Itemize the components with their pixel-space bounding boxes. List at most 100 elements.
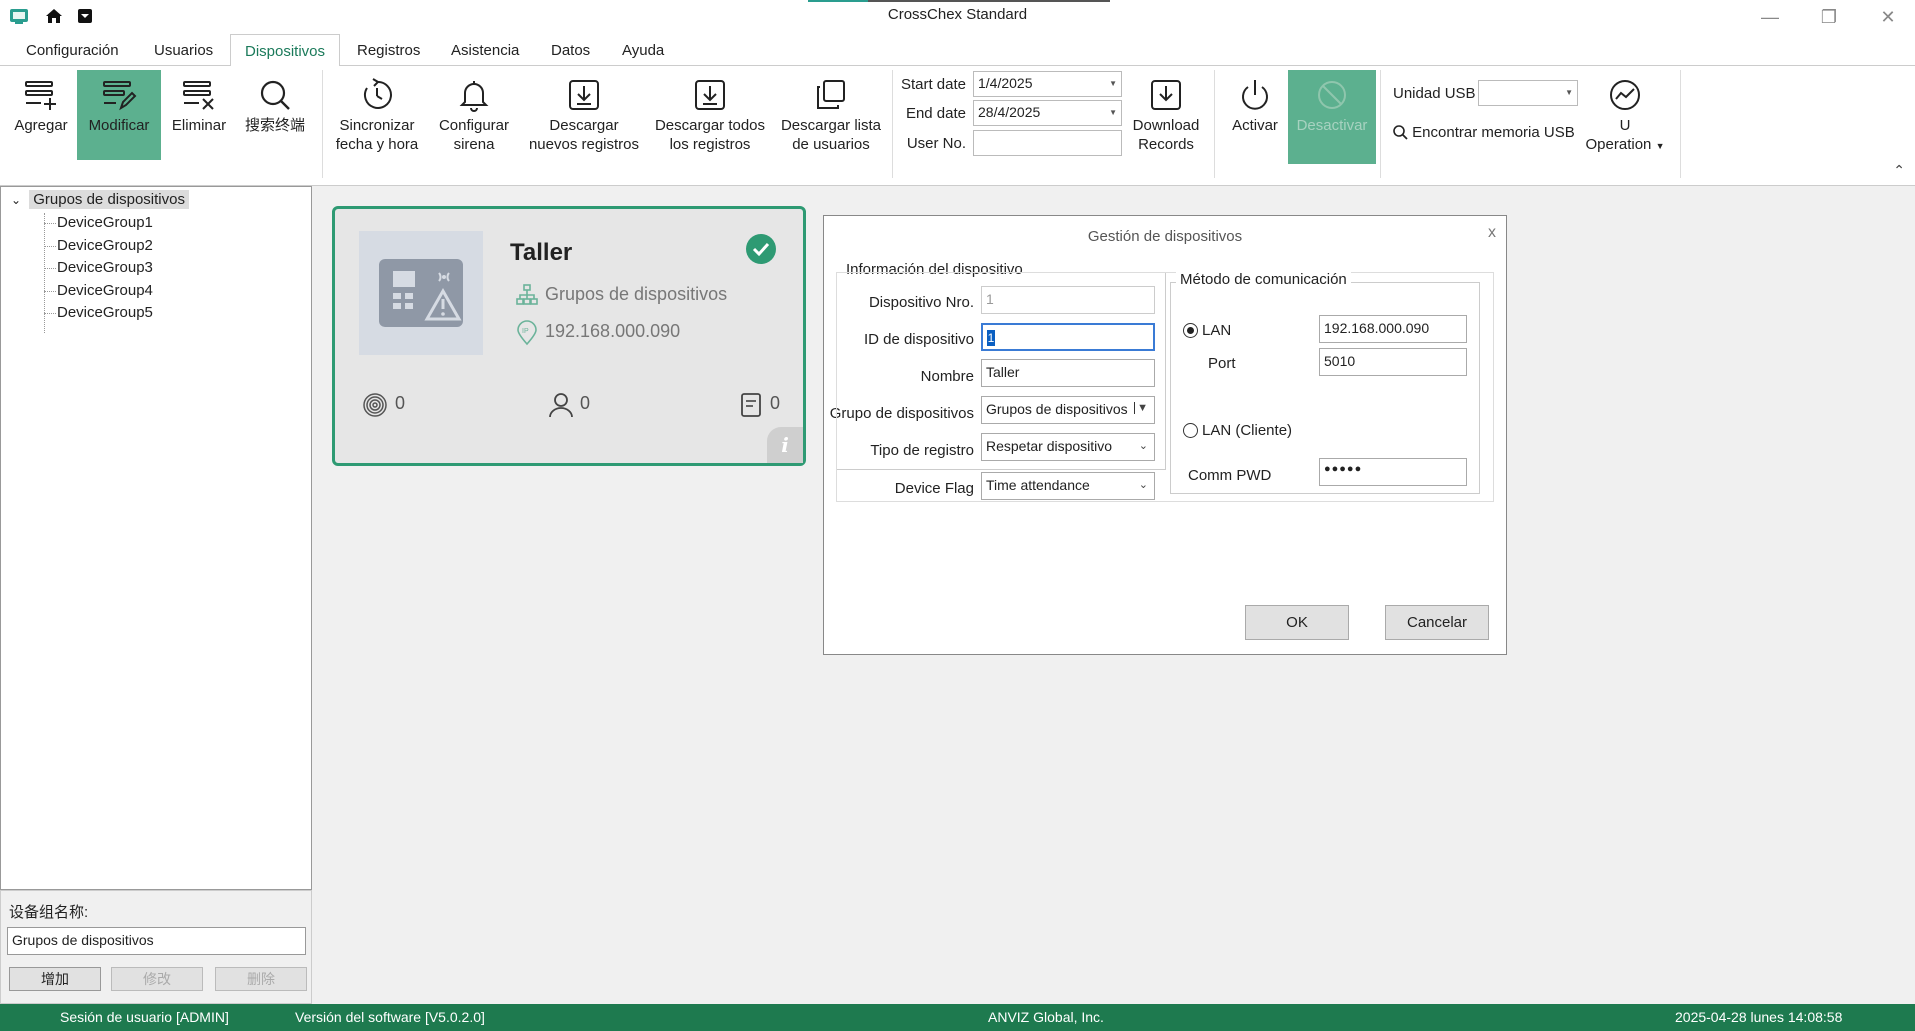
tree-root[interactable]: ⌄ Grupos de dispositivos [11, 190, 189, 209]
modify-device-button[interactable]: Modificar [77, 70, 161, 160]
lan-label: LAN [1202, 322, 1232, 339]
fingerprint-icon [363, 393, 387, 417]
copy-list-icon [817, 80, 845, 109]
maximize-button[interactable]: ❐ [1809, 4, 1849, 30]
port-input[interactable]: 5010 [1319, 348, 1467, 376]
configure-siren-button[interactable]: Configurar sirena [432, 70, 516, 160]
chevron-down-icon[interactable]: ⌄ [11, 193, 21, 207]
add-list-icon [25, 81, 56, 110]
download-new-records-button[interactable]: Descargar nuevos registros [526, 70, 642, 160]
download-icon [1151, 80, 1181, 110]
tree-item-devicegroup4[interactable]: DeviceGroup4 [57, 282, 153, 299]
sync-clock-icon [364, 78, 392, 109]
add-device-button[interactable]: Agregar [8, 70, 74, 160]
info-icon[interactable]: i [767, 427, 803, 463]
lan-client-label: LAN (Cliente) [1202, 422, 1293, 439]
end-date-picker[interactable]: 28/4/2025 ▼ [973, 100, 1122, 126]
tab-registros[interactable]: Registros [357, 42, 420, 59]
trend-icon [1610, 80, 1640, 110]
edit-list-icon [103, 81, 137, 111]
session-status: Sesión de usuario [ADMIN] [60, 1009, 229, 1025]
cancel-button[interactable]: Cancelar [1385, 605, 1489, 640]
group-name-panel: 设备组名称: Grupos de dispositivos 增加 修改 删除 [0, 890, 312, 1004]
tree-root-label: Grupos de dispositivos [29, 190, 189, 209]
ribbon-separator [1380, 70, 1381, 178]
minimize-button[interactable]: — [1750, 4, 1790, 30]
tab-configuracion[interactable]: Configuración [26, 42, 119, 59]
u-operation-button[interactable]: U Operation ▼ [1582, 70, 1668, 160]
delete-device-button[interactable]: Eliminar [164, 70, 234, 160]
chevron-down-icon: ▼ [1565, 88, 1573, 97]
ok-button[interactable]: OK [1245, 605, 1349, 640]
tree-item-devicegroup5[interactable]: DeviceGroup5 [57, 304, 153, 321]
device-thumbnail [359, 231, 483, 355]
search-icon [260, 80, 290, 110]
tree-connector [44, 223, 56, 224]
chevron-down-icon: ▼ [1109, 79, 1117, 88]
search-terminal-button[interactable]: 搜索终端 [238, 70, 312, 160]
tab-usuarios[interactable]: Usuarios [154, 42, 213, 59]
device-group-name: Grupos de dispositivos [545, 284, 728, 304]
ribbon-toolbar: Agregar Modificar Eliminar 搜索终端 Sincroni… [0, 66, 1915, 186]
online-check-icon [746, 234, 776, 264]
find-usb-button[interactable]: Encontrar memoria USB [1392, 124, 1575, 141]
group-name-input[interactable]: Grupos de dispositivos [7, 927, 306, 955]
block-icon [1318, 81, 1346, 109]
tree-connector [44, 291, 56, 292]
lan-ip-input[interactable]: 192.168.000.090 [1319, 315, 1467, 343]
record-icon [741, 393, 761, 417]
collapse-ribbon-icon[interactable]: ⌃ [1893, 162, 1905, 179]
tab-ayuda[interactable]: Ayuda [622, 42, 664, 59]
download-all-icon [695, 80, 725, 110]
download-all-records-button[interactable]: Descargar todos los registros [652, 70, 768, 160]
dialog-title: Gestión de dispositivos [1087, 228, 1243, 245]
tree-item-devicegroup1[interactable]: DeviceGroup1 [57, 214, 153, 231]
version-status: Versión del software [V5.0.2.0] [295, 1009, 485, 1025]
tab-asistencia[interactable]: Asistencia [451, 42, 519, 59]
ribbon-separator [322, 70, 323, 178]
power-icon [1242, 80, 1268, 110]
delete-group-button[interactable]: 删除 [215, 967, 307, 991]
tree-item-devicegroup3[interactable]: DeviceGroup3 [57, 259, 153, 276]
user-count: 0 [580, 393, 591, 413]
status-bar: Sesión de usuario [ADMIN] Versión del so… [0, 1004, 1915, 1031]
sync-datetime-button[interactable]: Sincronizar fecha y hora [332, 70, 422, 160]
ip-location-icon: IP [517, 320, 537, 346]
deactivate-button[interactable]: Desactivar [1288, 70, 1376, 164]
dialog-close-button[interactable]: x [1488, 224, 1496, 242]
company-name: ANVIZ Global, Inc. [988, 1009, 1104, 1025]
user-no-input[interactable] [973, 130, 1122, 156]
user-icon [549, 393, 573, 418]
comm-pwd-input[interactable]: ●●●●● [1319, 458, 1467, 486]
device-ip: 192.168.000.090 [545, 321, 681, 341]
user-no-label: User No. [906, 135, 966, 152]
device-group-tree: ⌄ Grupos de dispositivos DeviceGroup1 De… [0, 186, 312, 890]
download-records-button[interactable]: Download Records [1128, 70, 1204, 160]
start-date-picker[interactable]: 1/4/2025 ▼ [973, 71, 1122, 97]
ribbon-separator [1214, 70, 1215, 178]
chevron-down-icon: ▼ [1109, 108, 1117, 117]
title-accent-line [808, 0, 1110, 2]
activate-button[interactable]: Activar [1222, 70, 1288, 160]
menu-bar: Configuración Usuarios Dispositivos Regi… [0, 32, 1915, 67]
chevron-down-icon: ▼ [1655, 141, 1665, 151]
lan-radio[interactable] [1183, 323, 1198, 338]
edit-group-button[interactable]: 修改 [111, 967, 203, 991]
usb-unit-select[interactable]: ▼ [1478, 80, 1578, 106]
add-group-button[interactable]: 增加 [9, 967, 101, 991]
end-date-label: End date [905, 105, 966, 122]
tab-datos[interactable]: Datos [551, 42, 590, 59]
tab-dispositivos[interactable]: Dispositivos [230, 34, 341, 67]
bell-icon [459, 81, 489, 112]
tree-item-devicegroup2[interactable]: DeviceGroup2 [57, 237, 153, 254]
usb-unit-label: Unidad USB [1393, 85, 1476, 102]
close-window-button[interactable]: ✕ [1868, 4, 1908, 30]
device-name: Taller [510, 239, 573, 266]
ribbon-separator [1680, 70, 1681, 178]
device-management-dialog: Gestión de dispositivos x Información de… [823, 215, 1507, 655]
download-user-list-button[interactable]: Descargar lista de usuarios [778, 70, 884, 160]
search-icon [1393, 125, 1408, 140]
device-card[interactable]: Taller Grupos de dispositivos IP 192.168… [332, 206, 806, 466]
record-count: 0 [770, 393, 781, 413]
lan-client-radio[interactable] [1183, 423, 1198, 438]
